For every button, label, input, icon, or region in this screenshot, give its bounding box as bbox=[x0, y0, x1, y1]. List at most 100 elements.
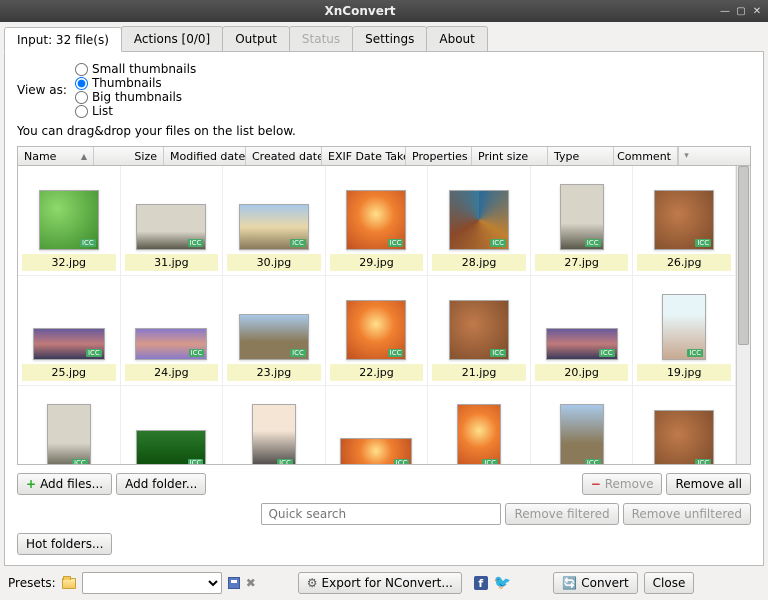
view-option-2[interactable]: Big thumbnails bbox=[75, 90, 196, 104]
thumbnail-cell[interactable]: ICC26.jpg bbox=[633, 166, 736, 276]
icc-badge: ICC bbox=[482, 459, 498, 464]
thumbnail-cell[interactable]: ICC31.jpg bbox=[121, 166, 224, 276]
thumbnail-cell[interactable]: ICC14.jpg bbox=[428, 386, 531, 464]
thumbnail-image: ICC bbox=[449, 300, 509, 360]
view-radio-1[interactable] bbox=[75, 77, 88, 90]
view-as-label: View as: bbox=[17, 83, 67, 97]
thumbnail-cell[interactable]: ICC32.jpg bbox=[18, 166, 121, 276]
convert-icon: 🔄 bbox=[562, 576, 577, 590]
icc-badge: ICC bbox=[388, 349, 404, 357]
convert-button[interactable]: 🔄Convert bbox=[553, 572, 637, 594]
thumbnail-image: ICC bbox=[47, 404, 91, 464]
gear-icon: ⚙ bbox=[307, 576, 318, 590]
thumbnail-image: ICC bbox=[136, 430, 206, 464]
thumbnail-cell[interactable]: ICC17.jpg bbox=[121, 386, 224, 464]
thumbnail-image: ICC bbox=[546, 328, 618, 360]
tab-0[interactable]: Input: 32 file(s) bbox=[4, 27, 122, 52]
thumbnail-cell[interactable]: ICC29.jpg bbox=[326, 166, 429, 276]
thumbnail-image: ICC bbox=[662, 294, 706, 360]
minimize-icon[interactable]: — bbox=[718, 4, 732, 18]
view-as-row: View as: Small thumbnailsThumbnailsBig t… bbox=[17, 62, 751, 118]
close-icon[interactable]: ✕ bbox=[750, 4, 764, 18]
add-folder-button[interactable]: Add folder... bbox=[116, 473, 206, 495]
column-config-icon[interactable]: ▾ bbox=[678, 147, 694, 165]
close-button[interactable]: Close bbox=[644, 572, 695, 594]
thumbnail-cell[interactable]: ICC27.jpg bbox=[531, 166, 634, 276]
icc-badge: ICC bbox=[695, 459, 711, 464]
column-header-comment[interactable]: Comment bbox=[614, 147, 678, 165]
thumbnail-image: ICC bbox=[654, 410, 714, 464]
thumbnail-cell[interactable]: ICC13.jpg bbox=[531, 386, 634, 464]
column-header-size[interactable]: Size bbox=[94, 147, 164, 165]
thumbnail-grid[interactable]: ICC32.jpgICC31.jpgICC30.jpgICC29.jpgICC2… bbox=[18, 166, 736, 464]
view-radio-0[interactable] bbox=[75, 63, 88, 76]
hot-folders-button[interactable]: Hot folders... bbox=[17, 533, 112, 555]
thumbnail-cell[interactable]: ICC18.jpg bbox=[18, 386, 121, 464]
thumbnail-cell[interactable]: ICC16.jpg bbox=[223, 386, 326, 464]
view-option-3[interactable]: List bbox=[75, 104, 196, 118]
thumbnail-filename: 30.jpg bbox=[227, 254, 321, 271]
minus-icon: − bbox=[591, 477, 601, 491]
column-headers: Name▲SizeModified dateCreated dateEXIF D… bbox=[17, 146, 751, 166]
thumbnail-filename: 25.jpg bbox=[22, 364, 116, 381]
add-files-button[interactable]: +Add files... bbox=[17, 473, 112, 495]
icc-badge: ICC bbox=[687, 349, 703, 357]
view-radio-2[interactable] bbox=[75, 91, 88, 104]
folder-icon[interactable] bbox=[62, 578, 76, 589]
column-header-created-date[interactable]: Created date bbox=[246, 147, 322, 165]
thumbnail-cell[interactable]: ICC 25.jpg bbox=[18, 276, 121, 386]
thumbnail-cell[interactable]: ICC12.jpg bbox=[633, 386, 736, 464]
column-header-name[interactable]: Name▲ bbox=[18, 147, 94, 165]
thumbnail-cell[interactable]: ICC28.jpg bbox=[428, 166, 531, 276]
delete-preset-icon[interactable]: ✖ bbox=[246, 576, 256, 590]
view-option-1[interactable]: Thumbnails bbox=[75, 76, 196, 90]
thumbnail-cell[interactable]: ICC15.jpg bbox=[326, 386, 429, 464]
tab-content-input: View as: Small thumbnailsThumbnailsBig t… bbox=[4, 52, 764, 566]
thumbnail-cell[interactable]: ICC 21.jpg bbox=[428, 276, 531, 386]
thumbnail-filename: 32.jpg bbox=[22, 254, 116, 271]
remove-button: −Remove bbox=[582, 473, 663, 495]
scrollbar-handle[interactable] bbox=[738, 166, 749, 345]
maximize-icon[interactable]: ▢ bbox=[734, 4, 748, 18]
remove-filtered-button: Remove filtered bbox=[505, 503, 618, 525]
thumbnail-cell[interactable]: ICC19.jpg bbox=[633, 276, 736, 386]
tab-1[interactable]: Actions [0/0] bbox=[121, 26, 223, 51]
thumbnail-image: ICC bbox=[239, 314, 309, 360]
thumbnail-image: ICC bbox=[346, 190, 406, 250]
thumbnail-image: ICC bbox=[33, 328, 105, 360]
thumbnail-cell[interactable]: ICC20.jpg bbox=[531, 276, 634, 386]
thumbnail-image: ICC bbox=[449, 190, 509, 250]
column-header-exif-date-take[interactable]: EXIF Date Take bbox=[322, 147, 406, 165]
plus-icon: + bbox=[26, 477, 36, 491]
twitter-icon[interactable]: 🐦 bbox=[494, 575, 511, 591]
icc-badge: ICC bbox=[490, 349, 506, 357]
thumbnail-cell[interactable]: ICC24.jpg bbox=[121, 276, 224, 386]
presets-label: Presets: bbox=[8, 576, 56, 590]
vertical-scrollbar[interactable] bbox=[736, 166, 750, 464]
thumbnail-filename: 21.jpg bbox=[432, 364, 526, 381]
thumbnail-cell[interactable]: ICC23.jpg bbox=[223, 276, 326, 386]
view-option-0[interactable]: Small thumbnails bbox=[75, 62, 196, 76]
facebook-icon[interactable]: f bbox=[474, 576, 488, 590]
export-nconvert-button[interactable]: ⚙Export for NConvert... bbox=[298, 572, 462, 594]
column-header-modified-date[interactable]: Modified date bbox=[164, 147, 246, 165]
icc-badge: ICC bbox=[394, 459, 410, 464]
icc-badge: ICC bbox=[599, 349, 615, 357]
tab-5[interactable]: About bbox=[426, 26, 487, 51]
column-header-type[interactable]: Type bbox=[548, 147, 614, 165]
tab-2[interactable]: Output bbox=[222, 26, 290, 51]
remove-all-button[interactable]: Remove all bbox=[666, 473, 751, 495]
thumbnail-cell[interactable]: ICC30.jpg bbox=[223, 166, 326, 276]
thumbnail-filename: 22.jpg bbox=[330, 364, 424, 381]
thumbnail-grid-wrap: ICC32.jpgICC31.jpgICC30.jpgICC29.jpgICC2… bbox=[17, 166, 751, 465]
save-preset-icon[interactable] bbox=[228, 577, 240, 589]
thumbnail-filename: 26.jpg bbox=[637, 254, 731, 271]
column-header-properties[interactable]: Properties bbox=[406, 147, 472, 165]
thumbnail-cell[interactable]: ICC 22.jpg bbox=[326, 276, 429, 386]
tab-4[interactable]: Settings bbox=[352, 26, 427, 51]
view-radio-3[interactable] bbox=[75, 105, 88, 118]
presets-select[interactable] bbox=[82, 572, 222, 594]
quick-search-input[interactable] bbox=[261, 503, 501, 525]
column-header-print-size[interactable]: Print size bbox=[472, 147, 548, 165]
icc-badge: ICC bbox=[290, 349, 306, 357]
